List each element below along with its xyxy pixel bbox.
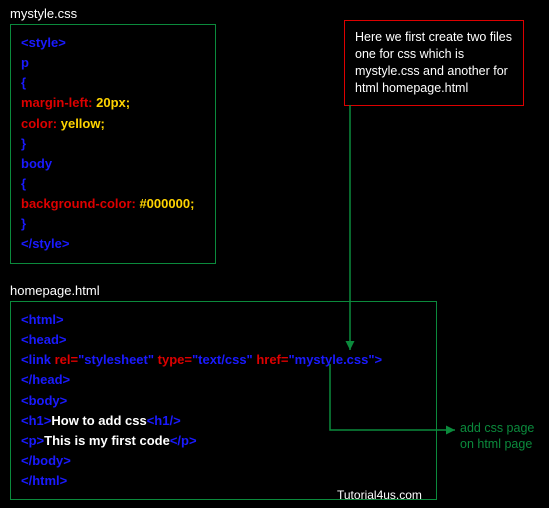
- code: p: [21, 55, 29, 70]
- code: }: [21, 216, 26, 231]
- code: {: [21, 176, 26, 191]
- file1-code-box: <style> p { margin-left: 20px; color: ye…: [10, 24, 216, 264]
- code: >: [375, 352, 383, 367]
- file2-code-box: <html> <head> <link rel="stylesheet" typ…: [10, 301, 437, 500]
- code: <h1/>: [147, 413, 181, 428]
- code: How to add css: [51, 413, 146, 428]
- note-box: Here we first create two files one for c…: [344, 20, 524, 106]
- code: This is my first code: [44, 433, 170, 448]
- code: </body>: [21, 453, 71, 468]
- code: }: [21, 136, 26, 151]
- code: color:: [21, 116, 57, 131]
- code: {: [21, 75, 26, 90]
- file2-label: homepage.html: [10, 283, 100, 298]
- code: <body>: [21, 393, 67, 408]
- file1-label: mystyle.css: [10, 6, 77, 21]
- code: <h1>: [21, 413, 51, 428]
- watermark: Tutorial4us.com: [337, 488, 422, 502]
- code: <p>: [21, 433, 44, 448]
- code: yellow;: [57, 116, 105, 131]
- code: </html>: [21, 473, 67, 488]
- code: </head>: [21, 372, 70, 387]
- code: 20px;: [93, 95, 131, 110]
- annotation-text: add css page on html page: [460, 420, 534, 453]
- code: background-color:: [21, 196, 136, 211]
- code: type=: [158, 352, 192, 367]
- code: "stylesheet": [78, 352, 158, 367]
- code: </p>: [170, 433, 197, 448]
- code: href=: [256, 352, 288, 367]
- code: "text/css": [192, 352, 256, 367]
- code: rel=: [55, 352, 79, 367]
- code: <style>: [21, 35, 66, 50]
- code: margin-left:: [21, 95, 93, 110]
- code: <head>: [21, 332, 67, 347]
- code: "mystyle.css": [288, 352, 374, 367]
- code: <link: [21, 352, 55, 367]
- code: <html>: [21, 312, 64, 327]
- code: body: [21, 156, 52, 171]
- note-text: Here we first create two files one for c…: [355, 30, 512, 95]
- code: </style>: [21, 236, 69, 251]
- code: #000000;: [136, 196, 195, 211]
